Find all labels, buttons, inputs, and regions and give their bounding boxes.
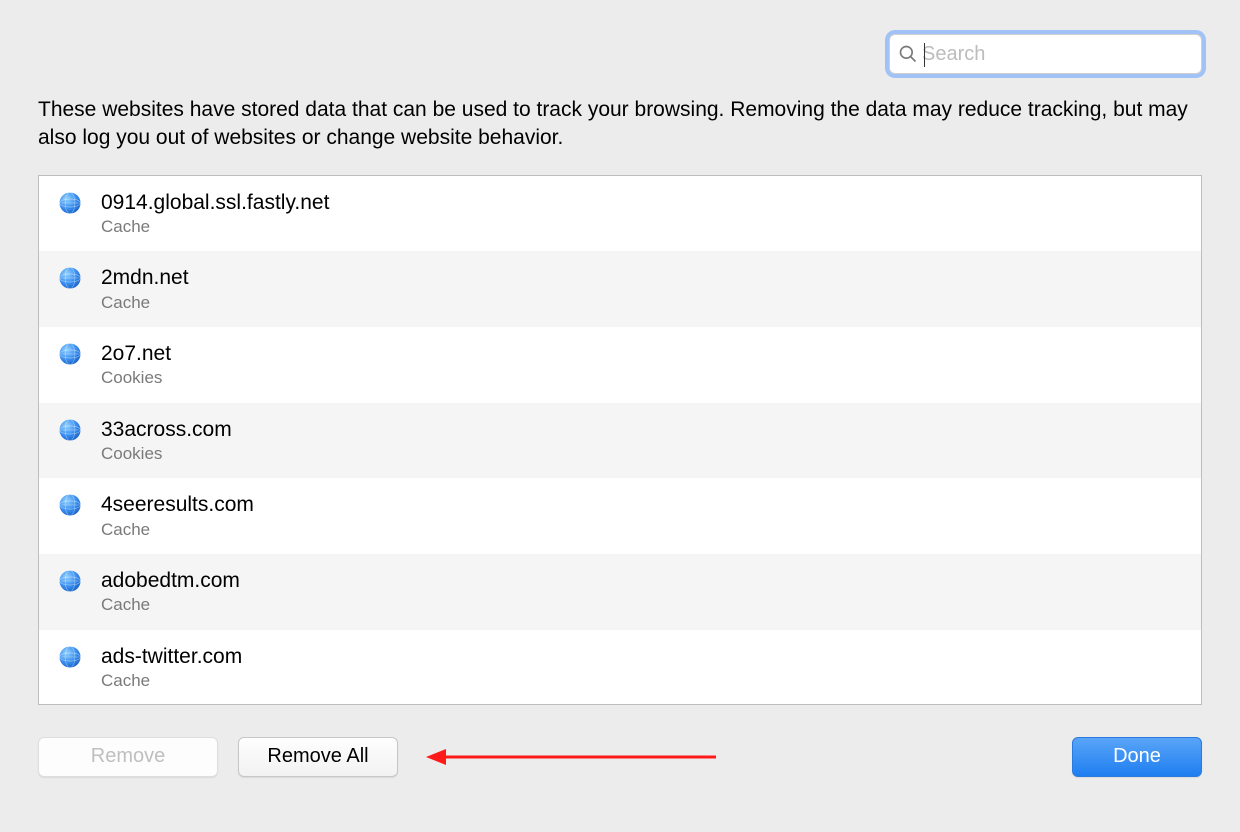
website-list[interactable]: 0914.global.ssl.fastly.net Cache 2mdn.ne… [38, 175, 1202, 705]
search-icon [898, 44, 918, 64]
item-type: Cookies [101, 444, 232, 464]
item-type: Cache [101, 520, 254, 540]
item-type: Cache [101, 293, 189, 313]
search-box[interactable] [889, 34, 1202, 74]
item-domain: 2o7.net [101, 341, 171, 366]
item-domain: 2mdn.net [101, 265, 189, 290]
done-button[interactable]: Done [1072, 737, 1202, 777]
list-item[interactable]: 0914.global.ssl.fastly.net Cache [39, 176, 1201, 252]
item-type: Cache [101, 671, 242, 691]
item-text: 33across.com Cookies [101, 417, 232, 465]
list-item[interactable]: 4seeresults.com Cache [39, 478, 1201, 554]
globe-icon [57, 492, 83, 518]
remove-button: Remove [38, 737, 218, 777]
list-item[interactable]: 33across.com Cookies [39, 403, 1201, 479]
list-item[interactable]: adobedtm.com Cache [39, 554, 1201, 630]
website-data-panel: These websites have stored data that can… [0, 0, 1240, 811]
remove-all-button[interactable]: Remove All [238, 737, 398, 777]
item-domain: 4seeresults.com [101, 492, 254, 517]
item-type: Cache [101, 595, 240, 615]
item-type: Cache [101, 217, 329, 237]
item-text: 2mdn.net Cache [101, 265, 189, 313]
search-input[interactable] [922, 43, 1193, 66]
item-text: 0914.global.ssl.fastly.net Cache [101, 190, 329, 238]
search-row [38, 34, 1202, 74]
globe-icon [57, 417, 83, 443]
list-item[interactable]: 2mdn.net Cache [39, 251, 1201, 327]
globe-icon [57, 568, 83, 594]
description-text: These websites have stored data that can… [38, 96, 1202, 153]
arrow-annotation [426, 745, 726, 769]
item-text: adobedtm.com Cache [101, 568, 240, 616]
item-domain: 0914.global.ssl.fastly.net [101, 190, 329, 215]
item-text: 2o7.net Cookies [101, 341, 171, 389]
globe-icon [57, 644, 83, 670]
button-row: Remove Remove All Done [38, 737, 1202, 777]
list-item[interactable]: 2o7.net Cookies [39, 327, 1201, 403]
globe-icon [57, 341, 83, 367]
item-domain: 33across.com [101, 417, 232, 442]
list-item[interactable]: ads-twitter.com Cache [39, 630, 1201, 705]
item-text: ads-twitter.com Cache [101, 644, 242, 692]
globe-icon [57, 265, 83, 291]
item-type: Cookies [101, 368, 171, 388]
globe-icon [57, 190, 83, 216]
text-cursor [924, 43, 925, 67]
item-domain: adobedtm.com [101, 568, 240, 593]
item-text: 4seeresults.com Cache [101, 492, 254, 540]
item-domain: ads-twitter.com [101, 644, 242, 669]
